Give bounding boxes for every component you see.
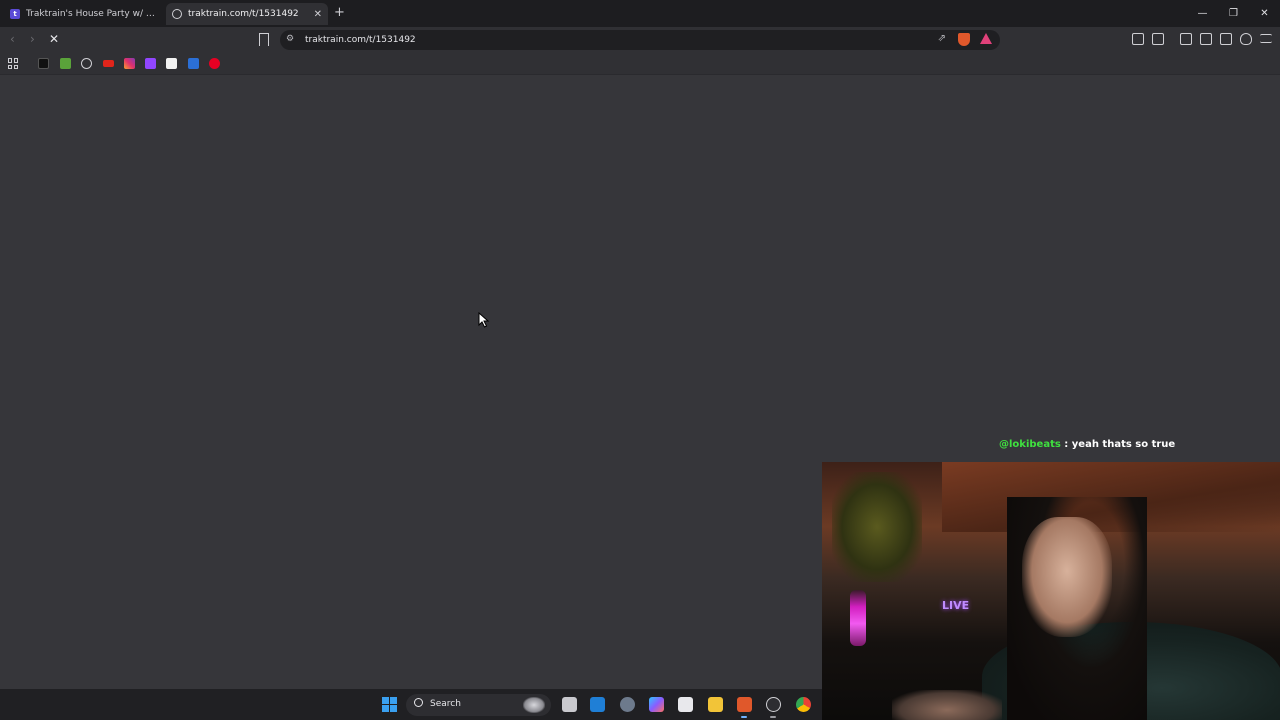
globe-favicon-icon (172, 9, 182, 19)
apps-grid-icon[interactable] (8, 58, 19, 69)
webcam-person-hand (892, 690, 1002, 720)
traktrain-favicon-icon: t (10, 9, 20, 19)
back-icon[interactable]: ‹ (10, 32, 15, 46)
tab-title: Traktrain's House Party w/ robert6be (26, 9, 158, 19)
windows-start-icon[interactable] (382, 697, 397, 712)
toolbar-right-tools (1132, 33, 1272, 45)
url-text[interactable]: traktrain.com/t/1531492 (305, 35, 416, 45)
brave-rewards-icon[interactable] (980, 33, 992, 44)
traktrain-bookmark-icon[interactable] (38, 58, 49, 69)
close-tab-icon[interactable]: ✕ (310, 9, 322, 20)
tab-traktrain-house-party[interactable]: t Traktrain's House Party w/ robert6be (4, 3, 164, 25)
pinterest-bookmark-icon[interactable] (209, 58, 220, 69)
forward-icon[interactable]: › (30, 32, 35, 46)
leo-ai-icon[interactable] (1220, 33, 1232, 45)
browser-window: t Traktrain's House Party w/ robert6be t… (0, 0, 1280, 720)
webcam-plant (832, 472, 922, 582)
webcam-overlay: LIVE (822, 462, 1280, 720)
menu-icon[interactable] (1260, 34, 1272, 43)
file-explorer-icon[interactable] (708, 697, 723, 712)
brave-shields-icon[interactable] (958, 33, 970, 46)
share-icon[interactable]: ⇗ (938, 33, 946, 44)
threads-bookmark-icon[interactable] (81, 58, 92, 69)
search-highlight-icon (523, 697, 545, 713)
site-info-icon[interactable]: ⚙ (286, 34, 294, 44)
webcam-lava-lamp (850, 590, 866, 646)
windows-taskbar: Search (0, 689, 822, 720)
settings-app-icon[interactable] (620, 697, 635, 712)
bookmarks-bar (0, 53, 1280, 75)
sidebar-icon[interactable] (1180, 33, 1192, 45)
tab-search-icon[interactable] (1152, 33, 1164, 45)
stop-loading-icon[interactable]: ✕ (49, 32, 59, 46)
app-with-badge-icon[interactable] (766, 697, 781, 712)
close-window-icon[interactable]: ✕ (1249, 0, 1280, 27)
browser-toolbar: ‹ › ✕ ⚙ traktrain.com/t/1531492 ⇗ (0, 27, 1280, 53)
instagram-bookmark-icon[interactable] (124, 58, 135, 69)
shopify-bookmark-icon[interactable] (60, 58, 71, 69)
chat-separator: : (1060, 439, 1072, 450)
medium-bookmark-icon[interactable] (166, 58, 177, 69)
tab-traktrain-track[interactable]: traktrain.com/t/1531492 ✕ (166, 3, 328, 25)
extensions-icon[interactable] (1132, 33, 1144, 45)
store-app-icon[interactable] (678, 697, 693, 712)
taskbar-search[interactable]: Search (406, 694, 551, 716)
photos-app-icon[interactable] (590, 697, 605, 712)
webcam-person-face (1022, 517, 1112, 637)
wallet-icon[interactable] (1200, 33, 1212, 45)
copilot-app-icon[interactable] (649, 697, 664, 712)
chrome-browser-icon[interactable] (796, 697, 811, 712)
app-running-indicator (770, 716, 776, 718)
webcam-neon-sign: LIVE (942, 599, 970, 612)
chat-text: yeah thats so true (1071, 439, 1176, 450)
vpn-icon[interactable] (1240, 33, 1252, 45)
search-label: Search (430, 699, 461, 709)
stream-chat-message: @lokibeats : yeah thats so true (999, 439, 1175, 450)
minimize-icon[interactable]: — (1187, 0, 1218, 27)
task-view-icon[interactable] (562, 697, 577, 712)
tab-title: traktrain.com/t/1531492 (188, 9, 299, 19)
brave-running-indicator (741, 716, 747, 718)
new-tab-icon[interactable]: + (334, 5, 345, 20)
brave-browser-icon[interactable] (737, 697, 752, 712)
restore-icon[interactable]: ❐ (1218, 0, 1249, 27)
youtube-bookmark-icon[interactable] (103, 60, 114, 67)
dropbox-bookmark-icon[interactable] (188, 58, 199, 69)
search-icon (414, 698, 423, 707)
twitch-bookmark-icon[interactable] (145, 58, 156, 69)
bookmark-icon[interactable] (259, 33, 269, 46)
window-controls: — ❐ ✕ (1187, 0, 1280, 27)
tab-strip: t Traktrain's House Party w/ robert6be t… (0, 0, 1280, 27)
address-bar[interactable]: ⚙ traktrain.com/t/1531492 ⇗ (280, 30, 1000, 50)
chat-username: @lokibeats (999, 439, 1061, 450)
